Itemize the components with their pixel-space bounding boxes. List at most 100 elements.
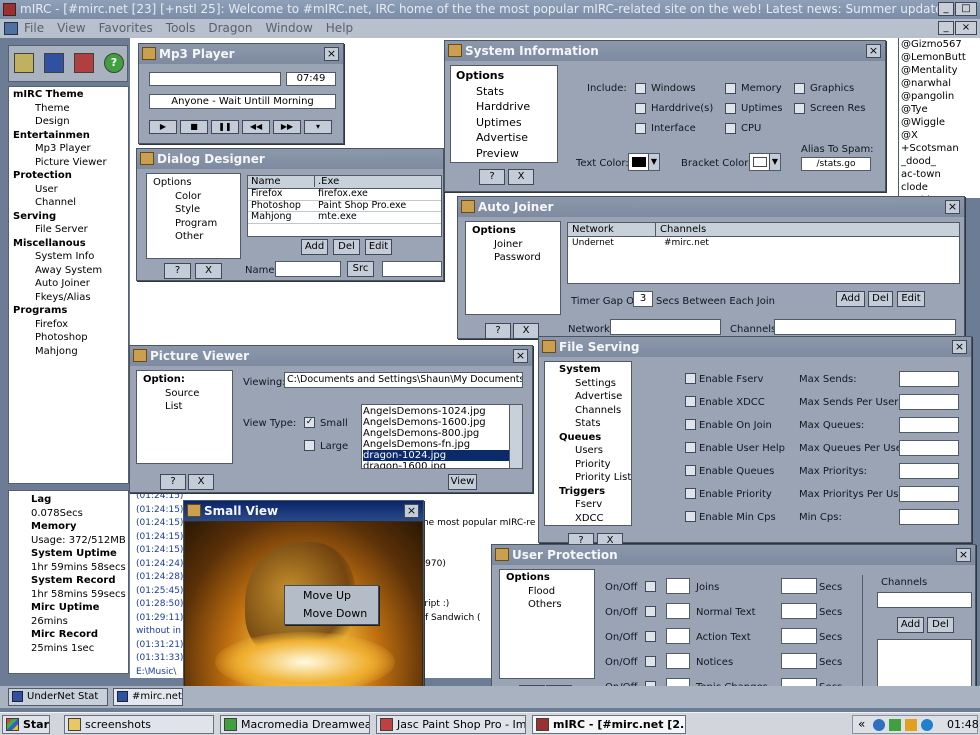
messenger-icon[interactable] [921,719,933,731]
tree-item[interactable]: Priority [549,458,631,472]
volume-icon[interactable] [905,719,917,731]
alias-input[interactable]: /stats.go [801,157,871,171]
tree-item[interactable]: Fserv [549,498,631,512]
close-button[interactable]: X [513,323,539,339]
field-input[interactable] [899,486,959,502]
nick-item[interactable]: +Scotsman [901,142,980,155]
close-icon[interactable]: × [945,200,960,214]
table-row[interactable]: Mahjong mte.exe [248,211,441,224]
menu-view[interactable]: View [57,21,85,35]
sidebar-item[interactable]: Channel [13,196,107,210]
tree-item[interactable]: Priority List [549,471,631,485]
nick-item[interactable]: @LemonButt [901,51,980,64]
sidebar-item[interactable]: Theme [13,102,107,116]
connect-icon[interactable] [14,53,34,73]
tab-undernet-status[interactable]: UnderNet Stat [8,688,108,706]
task-mirc[interactable]: mIRC - [#mirc.net [2... [532,715,686,734]
options-icon[interactable] [44,53,64,73]
tree-item[interactable]: Color [153,190,217,204]
enable-checkbox[interactable] [685,373,696,384]
sidebar-item[interactable]: System Info [13,250,107,264]
help-button[interactable]: ? [164,263,191,279]
tree-item[interactable]: Joiner [472,238,541,252]
seek-bar[interactable] [149,72,281,86]
nick-list[interactable]: @Gizmo567 @LemonButt @Mentality @narwhal @pa… [898,38,980,198]
nick-item[interactable]: @Mentality [901,64,980,77]
view-button[interactable]: View [448,474,477,490]
file-item[interactable]: AngelsDemons-fn.jpg [363,439,509,450]
enable-checkbox[interactable] [685,419,696,430]
option-checkbox[interactable] [725,123,736,134]
timer-gap-input[interactable]: 3 [633,291,653,307]
file-item[interactable]: AngelsDemons-1024.jpg [363,406,509,417]
mp3-control-button[interactable]: ▶▶ [273,120,301,134]
autojoin-options-tree[interactable]: Options Joiner Password [465,221,561,315]
nick-item[interactable]: @Tye [901,103,980,116]
help-button[interactable]: ? [160,474,186,490]
task-paint-shop-pro[interactable]: Jasc Paint Shop Pro - Ima... [376,715,526,734]
tree-item[interactable]: Stats [456,84,530,100]
tree-item[interactable]: Uptimes [456,115,530,131]
tools-icon[interactable] [74,53,94,73]
mp3-control-button[interactable]: ■ [180,120,208,134]
secs-input[interactable] [781,628,817,644]
tree-item[interactable]: Source [143,387,199,401]
enable-checkbox[interactable] [685,465,696,476]
nick-item[interactable]: @Wiggle [901,116,980,129]
child-minimize-button[interactable]: _ [938,21,954,35]
sidebar-item[interactable]: Auto Joiner [13,277,107,291]
menu-file[interactable]: File [24,21,44,35]
file-item[interactable]: AngelsDemons-800.jpg [363,428,509,439]
nick-item[interactable]: @narwhal [901,77,980,90]
sidebar-item[interactable]: Photoshop [13,331,107,345]
close-icon[interactable]: × [952,340,967,354]
edit-button[interactable]: Edit [897,291,925,307]
secs-input[interactable] [781,603,817,619]
close-button[interactable]: X [195,263,222,279]
tree-group[interactable]: Triggers [549,485,631,499]
close-icon[interactable]: × [324,47,339,61]
tree-item[interactable]: Advertise [549,390,631,404]
nick-item[interactable]: @pangolin [901,90,980,103]
option-checkbox[interactable] [635,83,646,94]
tree-root[interactable]: Options [456,68,530,84]
option-checkbox[interactable] [794,103,805,114]
sidebar-group-3[interactable]: Serving [13,210,107,224]
sidebar-group-5[interactable]: Programs [13,304,107,318]
userprot-options-tree[interactable]: Options Flood Others [499,569,595,679]
field-input[interactable] [899,417,959,433]
channels-input[interactable] [774,319,956,335]
option-checkbox[interactable] [725,103,736,114]
tree-root[interactable]: Options [153,176,217,190]
mp3-control-button[interactable]: ▶ [149,120,177,134]
network-input[interactable] [610,319,721,335]
count-input[interactable] [666,628,690,644]
dialog-options-tree[interactable]: Options Color Style Program Other [146,173,241,259]
help-button[interactable]: ? [485,323,511,339]
field-input[interactable] [899,463,959,479]
tree-item[interactable]: XDCC [549,512,631,526]
option-checkbox[interactable] [635,123,646,134]
bracket-color-picker[interactable]: ▼ [749,153,781,171]
close-icon[interactable]: × [404,504,419,518]
sidebar-item[interactable]: Away System [13,264,107,278]
onoff-checkbox[interactable] [645,606,656,617]
tree-root[interactable]: Options [506,571,562,585]
count-input[interactable] [666,578,690,594]
field-input[interactable] [899,371,959,387]
option-checkbox[interactable] [725,83,736,94]
close-icon[interactable]: × [866,44,881,58]
sidebar-item[interactable]: File Server [13,223,107,237]
tray-expand-icon[interactable]: « [858,717,865,731]
sysinfo-options-tree[interactable]: Options Stats Harddrive Uptimes Advertise Pre… [450,65,558,163]
network-table[interactable]: Network Channels Undernet #mirc.net [567,222,960,284]
nick-item[interactable]: ac-town [901,168,980,181]
menu-favorites[interactable]: Favorites [99,21,153,35]
exe-input[interactable] [382,261,442,277]
channel-window-icon[interactable] [4,22,18,35]
sidebar-item[interactable]: Mahjong [13,345,107,359]
close-icon[interactable]: × [513,349,528,363]
field-input[interactable] [899,440,959,456]
channel-input[interactable] [877,592,972,608]
tree-item[interactable]: Preview [456,146,530,162]
